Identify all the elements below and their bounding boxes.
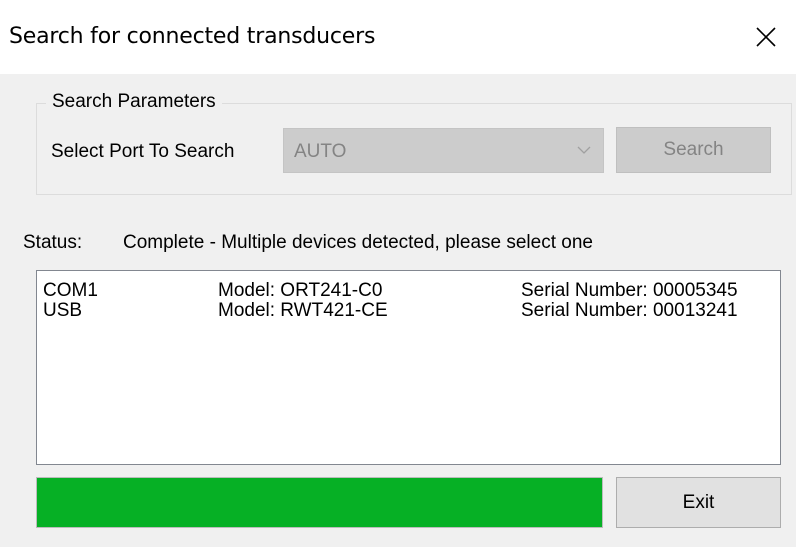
progress-fill [37,478,602,527]
search-button-label: Search [663,139,724,160]
device-serial: Serial Number: 00013241 [521,300,738,321]
port-select-label: Select Port To Search [51,141,235,162]
exit-button-label: Exit [682,491,715,513]
status-message: Complete - Multiple devices detected, pl… [123,232,593,253]
device-model: Model: RWT421-CE [218,300,388,321]
close-button[interactable] [736,0,796,74]
window-title: Search for connected transducers [9,24,376,49]
search-parameters-legend: Search Parameters [46,91,222,113]
chevron-down-icon [577,146,591,154]
device-list[interactable]: COM1 Model: ORT241-C0 Serial Number: 000… [36,270,781,465]
device-model: Model: ORT241-C0 [218,280,383,301]
device-port: USB [43,300,83,321]
search-button[interactable]: Search [616,127,771,173]
device-serial: Serial Number: 00005345 [521,280,738,301]
close-icon [756,27,776,47]
list-item[interactable]: USB Model: RWT421-CE Serial Number: 0001… [37,301,780,323]
dialog-window: Search for connected transducers Search … [0,0,796,547]
exit-button[interactable]: Exit [616,477,781,528]
port-select-dropdown[interactable]: AUTO [283,128,604,173]
port-select-value: AUTO [294,141,347,162]
title-bar: Search for connected transducers [0,0,796,74]
device-port: COM1 [43,280,98,301]
search-progress-bar [36,477,603,528]
status-label: Status: [23,232,83,253]
